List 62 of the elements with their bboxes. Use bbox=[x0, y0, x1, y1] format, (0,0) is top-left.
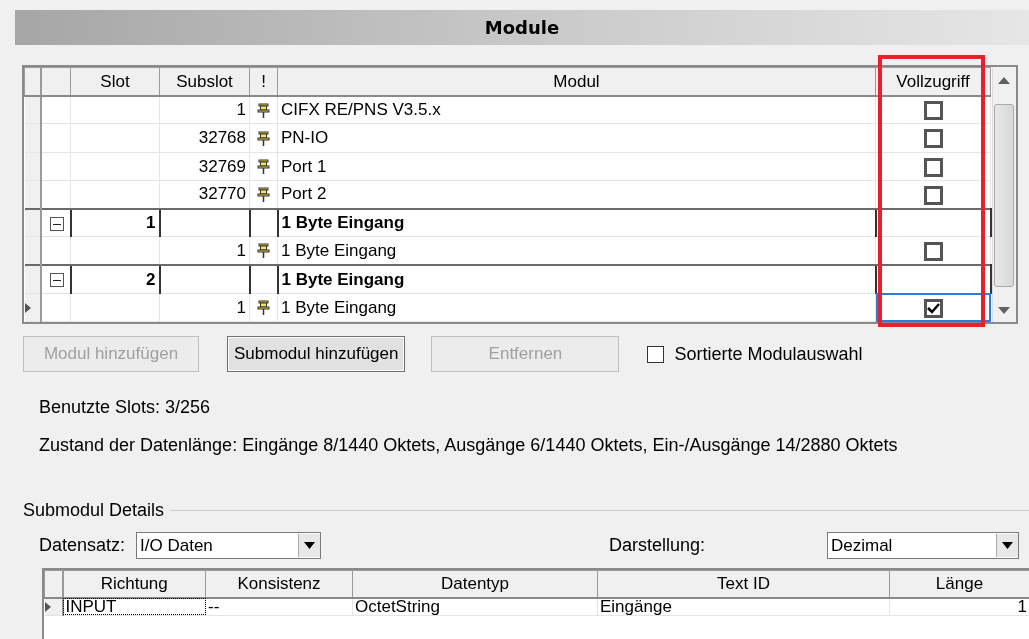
panel-title: Module bbox=[15, 10, 1029, 45]
checkbox[interactable] bbox=[923, 298, 943, 318]
table-cell-text: OctetString bbox=[355, 596, 441, 616]
action-button[interactable]: Submodul hinzufügen bbox=[227, 336, 406, 372]
column-header[interactable]: Länge bbox=[889, 570, 1029, 598]
module-name: 1 Byte Eingang bbox=[281, 213, 405, 233]
pin-icon bbox=[257, 187, 270, 203]
module-name: Port 2 bbox=[281, 184, 327, 204]
module-name: CIFX RE/PNS V3.5.x bbox=[281, 100, 441, 120]
column-header[interactable]: Konsistenz bbox=[205, 570, 353, 598]
data-length-text: Zustand der Datenlänge: Eingänge 8/1440 Oktets, Ausgänge 6/1440 Oktets, Ein-/Ausgänge 14/2880 Oktets bbox=[39, 434, 899, 457]
column-header[interactable]: Richtung bbox=[62, 570, 206, 598]
checkbox[interactable] bbox=[923, 101, 943, 121]
field-label: Datensatz: bbox=[39, 534, 126, 557]
module-name: 1 Byte Eingang bbox=[281, 240, 397, 260]
column-header[interactable]: Text ID bbox=[597, 570, 890, 598]
scroll-up-icon[interactable] bbox=[998, 77, 1011, 84]
pin-icon bbox=[257, 159, 270, 176]
slot-number: 1 bbox=[146, 213, 156, 233]
module-name: PN-IO bbox=[281, 128, 329, 148]
checkbox[interactable] bbox=[647, 345, 665, 363]
table-cell-text: INPUT bbox=[65, 596, 117, 616]
subslot-number: 1 bbox=[236, 240, 246, 260]
pin-icon bbox=[257, 243, 270, 260]
collapse-toggle[interactable] bbox=[49, 216, 64, 231]
column-header[interactable]: Modul bbox=[277, 67, 876, 96]
pin-icon bbox=[257, 130, 270, 147]
column-header[interactable]: Subslot bbox=[159, 67, 250, 96]
field-label: Darstellung: bbox=[609, 534, 706, 557]
column-header[interactable]: Vollzugriff bbox=[875, 67, 991, 96]
collapse-toggle[interactable] bbox=[49, 273, 64, 288]
checkbox[interactable] bbox=[923, 157, 943, 177]
column-header[interactable]: Datentyp bbox=[352, 570, 598, 598]
dropdown[interactable]: Dezimal bbox=[827, 532, 1019, 559]
slot-number: 2 bbox=[146, 269, 156, 289]
scrollbar-thumb[interactable] bbox=[994, 104, 1015, 287]
subslot-number: 1 bbox=[236, 100, 246, 120]
checkbox[interactable] bbox=[923, 241, 943, 261]
module-name: 1 Byte Eingang bbox=[281, 297, 397, 317]
dropdown-arrow-icon[interactable] bbox=[1002, 542, 1013, 549]
pin-icon bbox=[257, 102, 270, 119]
subslot-number: 32768 bbox=[198, 128, 246, 148]
column-header[interactable]: ! bbox=[249, 67, 278, 96]
subslot-number: 32769 bbox=[198, 156, 246, 176]
column-header[interactable]: Slot bbox=[70, 67, 160, 96]
checkbox[interactable] bbox=[923, 185, 943, 205]
checkbox[interactable] bbox=[923, 129, 943, 149]
module-name: Port 1 bbox=[281, 156, 327, 176]
table-cell-text: Eingänge bbox=[600, 596, 672, 616]
table-cell-text: -- bbox=[208, 596, 220, 616]
scrollbar[interactable] bbox=[991, 67, 1016, 322]
group-title: Submodul Details bbox=[23, 499, 165, 522]
scroll-down-icon[interactable] bbox=[998, 307, 1011, 314]
pin-icon bbox=[257, 300, 270, 317]
used-slots-text: Benutzte Slots: 3/256 bbox=[39, 396, 212, 419]
subslot-number: 32770 bbox=[198, 184, 246, 204]
table-cell-text: 1 bbox=[1017, 596, 1027, 616]
subslot-number: 1 bbox=[236, 297, 246, 317]
dropdown[interactable]: I/O Daten bbox=[136, 532, 322, 559]
module-name: 1 Byte Eingang bbox=[281, 269, 405, 289]
dropdown-arrow-icon[interactable] bbox=[304, 542, 316, 549]
checkbox-label[interactable]: Sortierte Modulauswahl bbox=[674, 340, 863, 368]
